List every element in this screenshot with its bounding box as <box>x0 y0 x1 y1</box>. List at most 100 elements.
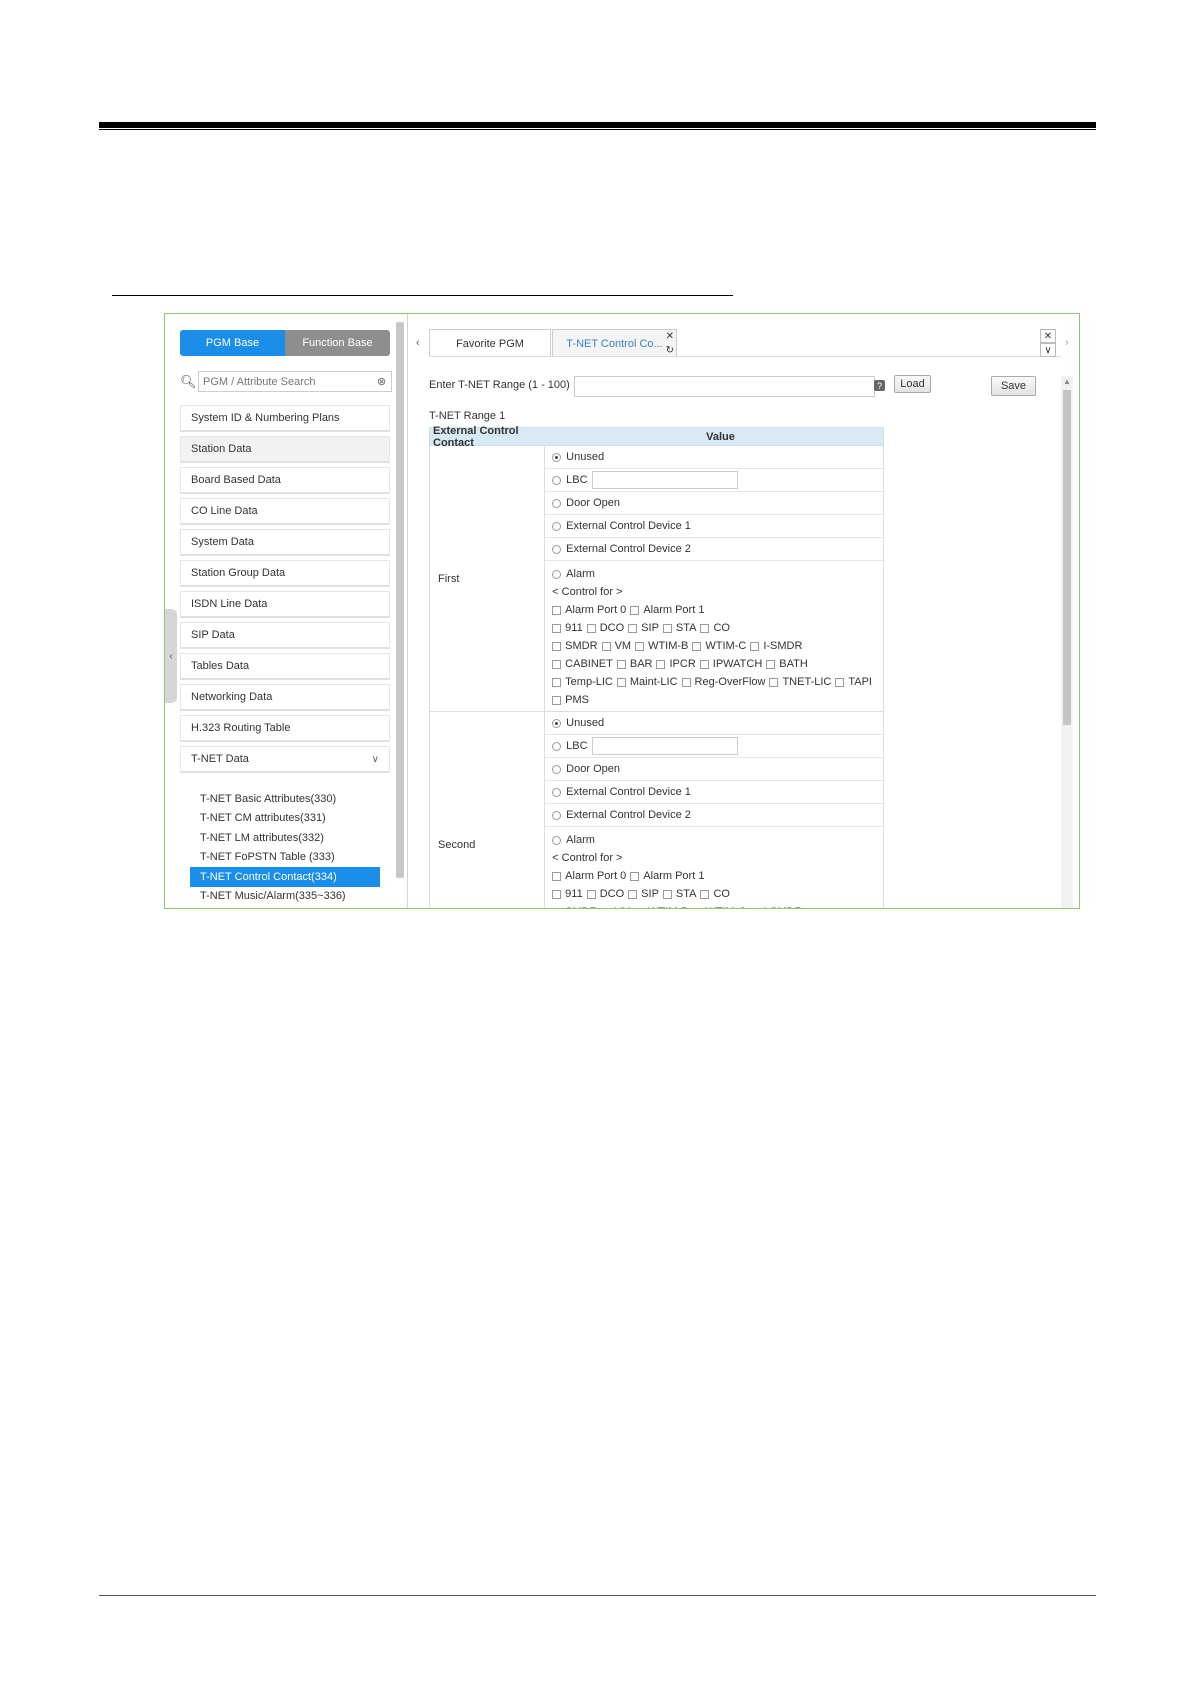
checkbox[interactable] <box>656 659 666 669</box>
tab-favorite-pgm[interactable]: Favorite PGM <box>429 329 551 357</box>
alarm-option-block: Alarm < Control for > Alarm Port 0 Alarm Po… <box>545 561 883 711</box>
scrollbar-thumb[interactable] <box>1063 390 1071 725</box>
checkbox[interactable] <box>769 677 779 687</box>
submenu-item-tnet-basic[interactable]: T-NET Basic Attributes(330) <box>190 789 380 809</box>
checkbox[interactable] <box>586 623 596 633</box>
checkbox[interactable] <box>635 641 645 651</box>
screenshot-frame: PGM Base Function Base 🔍︎ ⊗ System ID & … <box>164 313 1080 909</box>
help-icon[interactable]: ? <box>874 380 885 391</box>
checkbox-label: Maint-LIC <box>629 676 678 688</box>
refresh-tab-icon[interactable]: ↻ <box>666 345 674 356</box>
collapse-sidebar-handle[interactable]: ‹ <box>165 609 177 703</box>
checkbox[interactable] <box>692 641 702 651</box>
checkbox[interactable] <box>662 623 672 633</box>
sidebar-item-board-based-data[interactable]: Board Based Data <box>180 467 390 494</box>
radio-lbc[interactable] <box>552 475 562 485</box>
sidebar-item-system-data[interactable]: System Data <box>180 529 390 556</box>
checkbox[interactable] <box>586 889 596 899</box>
tab-scroll-left-icon[interactable]: ‹ <box>416 337 420 349</box>
checkbox[interactable] <box>750 907 760 908</box>
checkbox[interactable] <box>552 889 562 899</box>
function-base-button[interactable]: Function Base <box>285 330 390 356</box>
tab-tnet-control-contact[interactable]: T-NET Control Co... ✕ ↻ <box>552 329 677 357</box>
checkbox[interactable] <box>628 623 638 633</box>
radio-ecd2[interactable] <box>552 810 562 820</box>
radio-door_open[interactable] <box>552 498 562 508</box>
sidebar-item-tables-data[interactable]: Tables Data <box>180 653 390 680</box>
scroll-up-icon[interactable]: ▲ <box>1063 377 1071 386</box>
radio-unused[interactable] <box>552 452 562 462</box>
radio-unused[interactable] <box>552 718 562 728</box>
checkbox[interactable] <box>681 677 691 687</box>
content-scrollbar[interactable]: ▲ <box>1061 376 1073 908</box>
checkbox[interactable] <box>601 641 611 651</box>
tab-scroll-right-icon[interactable]: › <box>1065 337 1069 349</box>
sidebar-item-isdn-line-data[interactable]: ISDN Line Data <box>180 591 390 618</box>
sidebar-item-label: T-NET Data <box>191 753 249 765</box>
sidebar-item-station-group-data[interactable]: Station Group Data <box>180 560 390 587</box>
checkbox-option: WTIM-C <box>692 640 746 652</box>
pgm-base-button[interactable]: PGM Base <box>180 330 285 356</box>
tab-list-dropdown-icon[interactable]: ∨ <box>1040 343 1056 357</box>
checkbox[interactable] <box>750 641 760 651</box>
checkbox[interactable] <box>692 907 702 908</box>
checkbox[interactable] <box>700 623 710 633</box>
checkbox[interactable] <box>616 659 626 669</box>
checkbox[interactable] <box>635 907 645 908</box>
search-icon[interactable]: 🔍︎ <box>180 374 197 389</box>
pgm-search-input[interactable] <box>199 375 377 388</box>
sidebar-item-networking-data[interactable]: Networking Data <box>180 684 390 711</box>
sidebar-item-co-line-data[interactable]: CO Line Data <box>180 498 390 525</box>
checkbox[interactable] <box>766 659 776 669</box>
value-cell: Unused LBC Door Open External Control Devic… <box>545 446 883 711</box>
checkbox[interactable] <box>601 907 611 908</box>
radio-lbc[interactable] <box>552 741 562 751</box>
checkbox[interactable] <box>699 659 709 669</box>
checkbox[interactable] <box>552 623 562 633</box>
sidebar-scrollbar[interactable] <box>396 322 404 878</box>
sidebar-item-sip-data[interactable]: SIP Data <box>180 622 390 649</box>
submenu-item-tnet-music-alarm[interactable]: T-NET Music/Alarm(335~336) <box>190 887 380 907</box>
checkbox[interactable] <box>552 907 562 908</box>
radio-alarm[interactable] <box>552 569 562 579</box>
radio-ecd1[interactable] <box>552 521 562 531</box>
radio-ecd1[interactable] <box>552 787 562 797</box>
clear-search-icon[interactable]: ⊗ <box>377 375 391 388</box>
save-button[interactable]: Save <box>991 376 1036 396</box>
tnet-range-input[interactable] <box>574 376 875 397</box>
checkbox[interactable] <box>835 677 845 687</box>
checkbox[interactable] <box>552 677 562 687</box>
checkbox[interactable] <box>552 871 562 881</box>
submenu-item-tnet-fopstn[interactable]: T-NET FoPSTN Table (333) <box>190 848 380 868</box>
sidebar-item-label: ISDN Line Data <box>191 598 268 610</box>
checkbox[interactable] <box>630 871 640 881</box>
sidebar-item-h323-routing-table[interactable]: H.323 Routing Table <box>180 715 390 742</box>
submenu-item-tnet-cm[interactable]: T-NET CM attributes(331) <box>190 809 380 829</box>
close-tab-icon[interactable]: ✕ <box>666 331 674 342</box>
checkbox[interactable] <box>552 605 562 615</box>
submenu-item-tnet-control-contact[interactable]: T-NET Control Contact(334) <box>190 867 380 887</box>
checkbox[interactable] <box>630 605 640 615</box>
checkbox[interactable] <box>552 659 562 669</box>
radio-door_open[interactable] <box>552 764 562 774</box>
checkbox-line: 911 DCO SIP STA CO <box>552 885 876 903</box>
load-button[interactable]: Load <box>894 375 931 393</box>
close-all-tabs-icon[interactable]: ✕ <box>1040 329 1056 343</box>
checkbox[interactable] <box>700 889 710 899</box>
submenu-item-tnet-lm[interactable]: T-NET LM attributes(332) <box>190 828 380 848</box>
lbc-input[interactable] <box>591 737 738 755</box>
sidebar-item-station-data[interactable]: Station Data <box>180 436 390 463</box>
lbc-input[interactable] <box>591 471 738 489</box>
checkbox[interactable] <box>628 889 638 899</box>
checkbox-label: Alarm Port 0 <box>565 604 627 616</box>
checkbox-label: I-SMDR <box>763 906 802 908</box>
radio-alarm[interactable] <box>552 835 562 845</box>
radio-ecd2[interactable] <box>552 544 562 554</box>
option-label: Alarm <box>566 834 595 846</box>
checkbox[interactable] <box>662 889 672 899</box>
checkbox[interactable] <box>616 677 626 687</box>
checkbox[interactable] <box>552 641 562 651</box>
sidebar-item-tnet-data[interactable]: T-NET Data ∨ <box>180 746 390 773</box>
checkbox[interactable] <box>552 695 562 705</box>
sidebar-item-system-id[interactable]: System ID & Numbering Plans <box>180 405 390 432</box>
